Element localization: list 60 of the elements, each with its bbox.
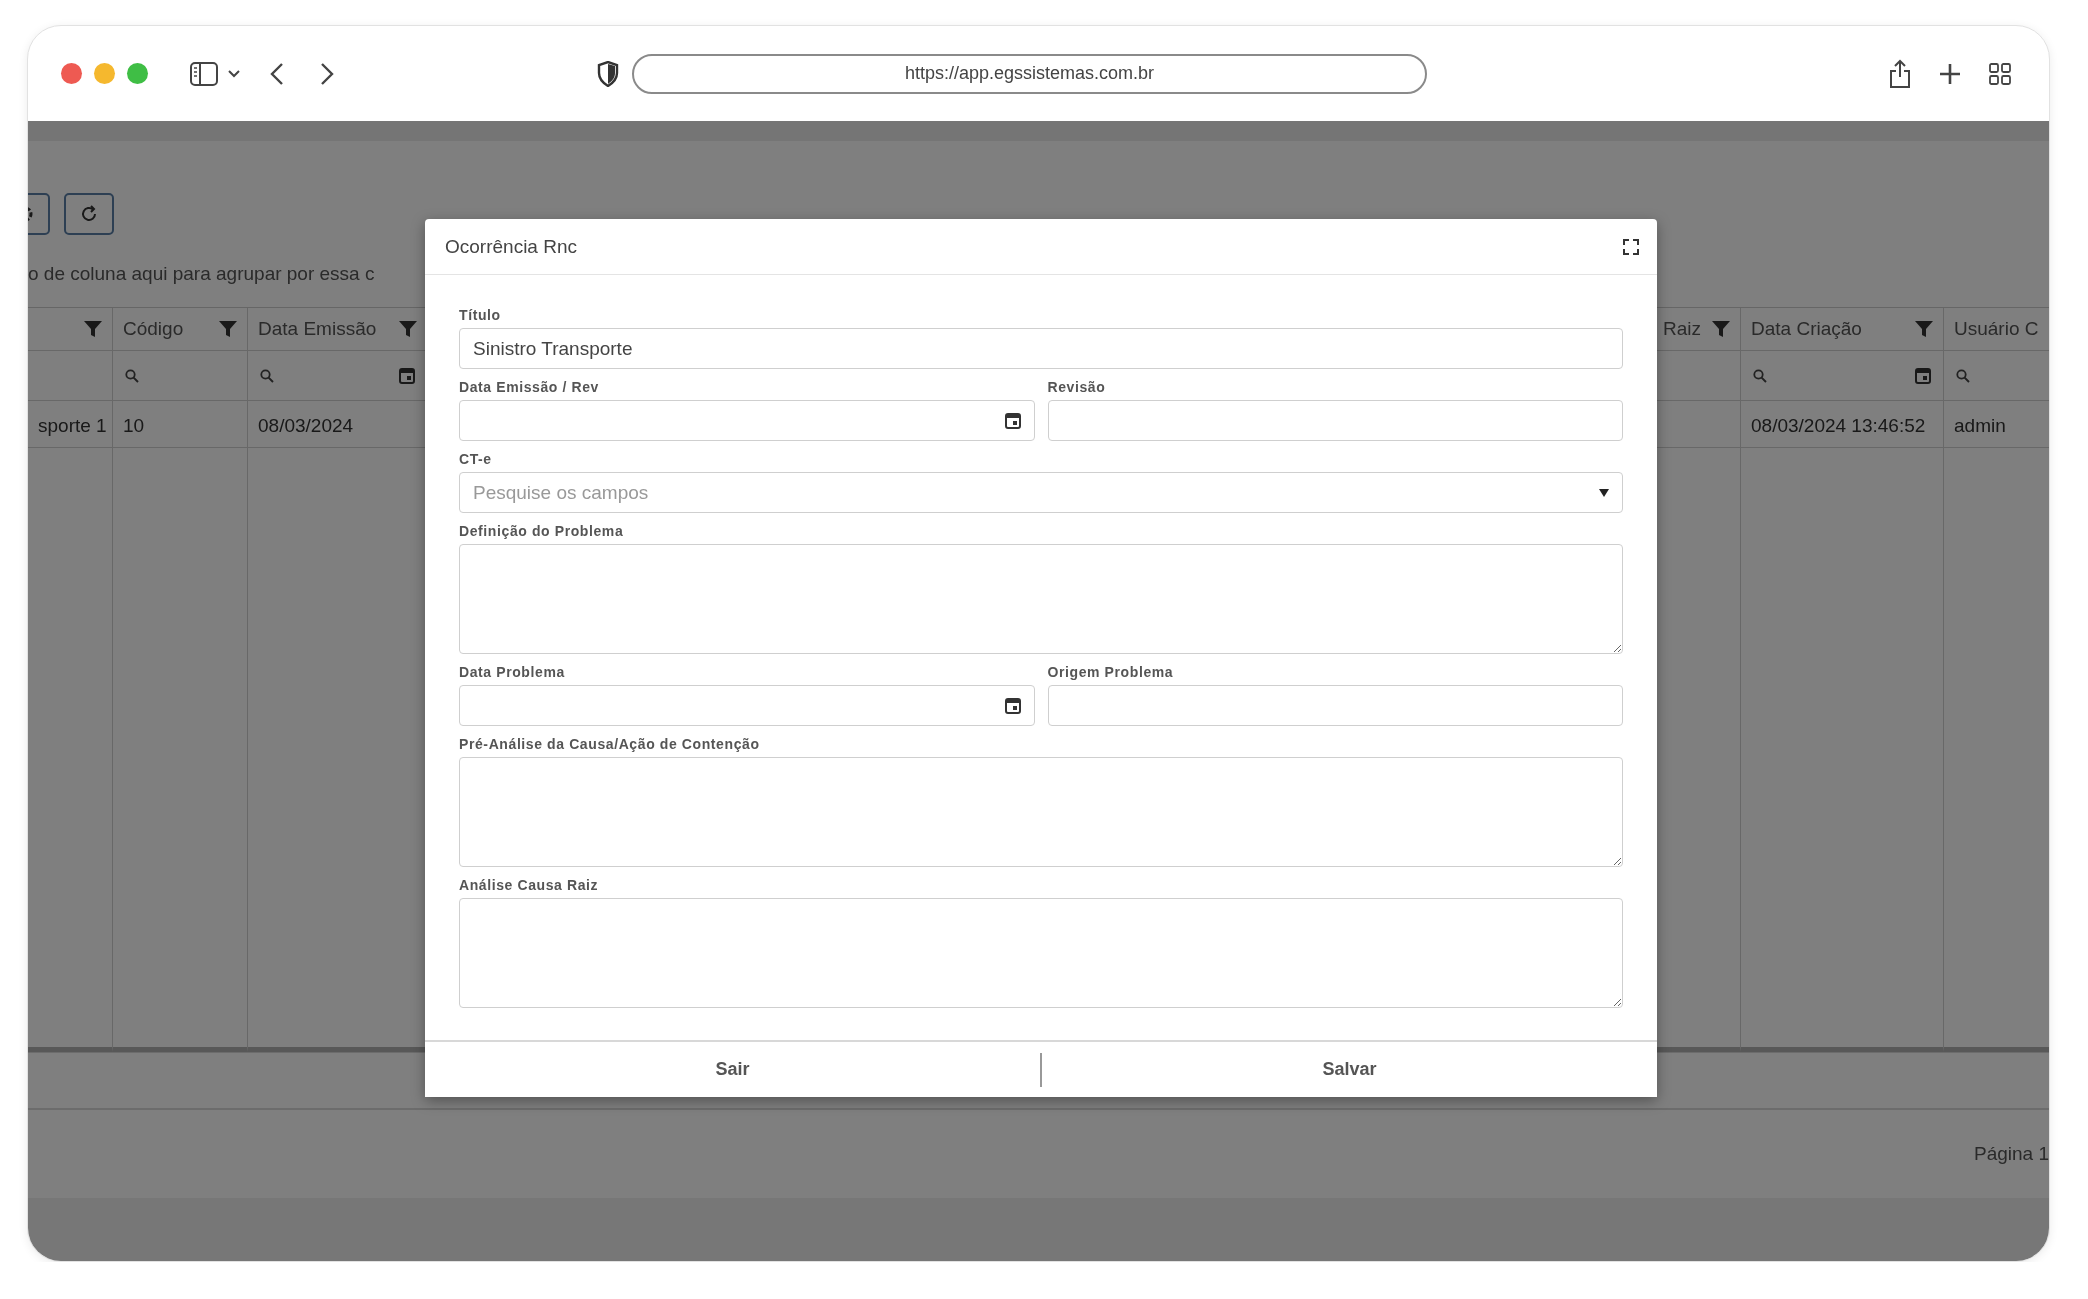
calendar-icon bbox=[1004, 697, 1021, 714]
field-label: Revisão bbox=[1047, 378, 1107, 397]
search-icon bbox=[1956, 368, 1970, 383]
column-title[interactable]: Usuário C bbox=[1954, 318, 2039, 340]
table-cell: 10 bbox=[113, 401, 248, 448]
refresh-button[interactable] bbox=[64, 193, 114, 235]
maximize-button[interactable] bbox=[127, 63, 148, 84]
plus-icon[interactable] bbox=[1939, 62, 1961, 85]
forward-icon[interactable] bbox=[320, 61, 334, 86]
shield-icon bbox=[597, 60, 619, 87]
address-bar[interactable]: https://app.egssistemas.com.br bbox=[632, 53, 1427, 94]
column-title[interactable]: Raiz bbox=[1663, 318, 1701, 340]
table-cell: admin bbox=[1944, 401, 2049, 448]
column-title[interactable]: Data Emissão bbox=[258, 318, 377, 340]
filter-cell[interactable] bbox=[28, 351, 113, 401]
column-title[interactable]: Código bbox=[123, 318, 184, 340]
dialog-title: Ocorrência Rnc bbox=[445, 235, 577, 258]
share-icon[interactable] bbox=[1889, 58, 1911, 89]
field-label: Data Problema bbox=[459, 663, 566, 682]
table-cell: sporte 1 bbox=[28, 401, 113, 448]
exit-button[interactable]: Sair bbox=[425, 1042, 1040, 1097]
pagination-text: Página 1 bbox=[1974, 1143, 2049, 1165]
date-field[interactable] bbox=[459, 685, 1035, 726]
back-icon[interactable] bbox=[270, 61, 284, 86]
input-field[interactable] bbox=[1047, 685, 1623, 726]
filter-icon[interactable] bbox=[399, 320, 417, 338]
field-label: CT-e bbox=[459, 450, 493, 469]
filter-icon[interactable] bbox=[219, 320, 237, 338]
filter-icon[interactable] bbox=[1712, 320, 1730, 338]
close-button[interactable] bbox=[61, 63, 82, 84]
expand-icon[interactable] bbox=[1623, 238, 1639, 255]
field-label: Origem Problema bbox=[1047, 663, 1175, 682]
table-cell: 08/03/2024 13:46:52 bbox=[1741, 401, 1944, 448]
filter-icon[interactable] bbox=[1915, 320, 1933, 338]
field-label: Análise Causa Raiz bbox=[459, 876, 600, 895]
field-label: Título bbox=[459, 306, 502, 325]
calendar-icon[interactable] bbox=[1915, 367, 1931, 384]
refresh-icon bbox=[79, 204, 99, 224]
field-label: Definição do Problema bbox=[459, 522, 625, 541]
save-button[interactable]: Salvar bbox=[1042, 1042, 1657, 1097]
input-field[interactable]: Sinistro Transporte bbox=[459, 328, 1623, 369]
field-label: Pré-Análise da Causa/Ação de Contenção bbox=[459, 735, 761, 754]
column-title[interactable]: Data Criação bbox=[1751, 318, 1862, 340]
sidebar-icon[interactable] bbox=[190, 61, 218, 86]
search-icon bbox=[125, 368, 139, 383]
search-icon bbox=[1753, 368, 1767, 383]
dropdown-field[interactable]: Pesquise os campos bbox=[459, 472, 1623, 513]
calendar-icon[interactable] bbox=[399, 367, 415, 384]
filter-cell[interactable] bbox=[1741, 351, 1944, 401]
input-field[interactable] bbox=[1047, 400, 1623, 441]
grid-icon[interactable] bbox=[1989, 62, 2011, 85]
caret-icon bbox=[1599, 488, 1609, 497]
search-icon bbox=[260, 368, 274, 383]
filter-cell[interactable] bbox=[113, 351, 248, 401]
filter-icon[interactable] bbox=[84, 320, 102, 338]
field-label: Data Emissão / Rev bbox=[459, 378, 600, 397]
chevron-down-icon[interactable] bbox=[228, 69, 240, 78]
date-field[interactable] bbox=[459, 400, 1035, 441]
calendar-icon bbox=[1004, 412, 1021, 429]
group-hint-text: o de coluna aqui para agrupar por essa c bbox=[28, 263, 376, 286]
